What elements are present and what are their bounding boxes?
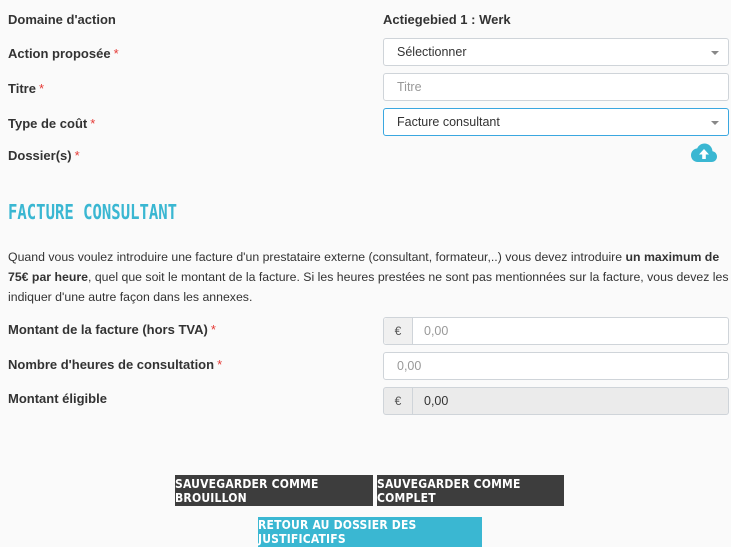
action-label: Action proposée *	[8, 46, 119, 61]
save-draft-button[interactable]: SAUVEGARDER COMME BROUILLON	[175, 475, 373, 506]
type-cout-select[interactable]: Facture consultant	[383, 108, 729, 136]
montant-input[interactable]: € 0,00	[383, 317, 729, 345]
info-paragraph: Quand vous voulez introduire une facture…	[8, 250, 729, 304]
action-select-value: Sélectionner	[397, 45, 467, 59]
section-title: FACTURE CONSULTANT	[8, 200, 178, 224]
domaine-value: Actiegebied 1 : Werk	[383, 12, 511, 27]
chevron-down-icon	[711, 121, 719, 125]
dossiers-label: Dossier(s) *	[8, 148, 80, 163]
action-select[interactable]: Sélectionner	[383, 38, 729, 66]
type-cout-value: Facture consultant	[397, 115, 500, 129]
euro-addon: €	[384, 388, 413, 414]
titre-label: Titre *	[8, 81, 44, 96]
montant-label: Montant de la facture (hors TVA) *	[8, 322, 216, 337]
back-to-dossier-button[interactable]: RETOUR AU DOSSIER DES JUSTIFICATIFS	[258, 517, 482, 547]
titre-input[interactable]: Titre	[383, 73, 729, 101]
eligible-value: 0,00	[424, 394, 449, 408]
eligible-label: Montant éligible	[8, 391, 107, 406]
domaine-label: Domaine d'action	[8, 12, 116, 27]
cloud-upload-icon[interactable]	[690, 142, 718, 164]
heures-label: Nombre d'heures de consultation *	[8, 357, 223, 372]
save-complete-button[interactable]: SAUVEGARDER COMME COMPLET	[377, 475, 564, 506]
eligible-input: € 0,00	[383, 387, 729, 415]
euro-addon: €	[384, 318, 413, 344]
heures-placeholder: 0,00	[397, 359, 422, 373]
montant-placeholder: 0,00	[424, 324, 449, 338]
type-cout-label: Type de coût *	[8, 116, 96, 131]
titre-placeholder: Titre	[397, 80, 422, 94]
heures-input[interactable]: 0,00	[383, 352, 729, 380]
chevron-down-icon	[711, 51, 719, 55]
